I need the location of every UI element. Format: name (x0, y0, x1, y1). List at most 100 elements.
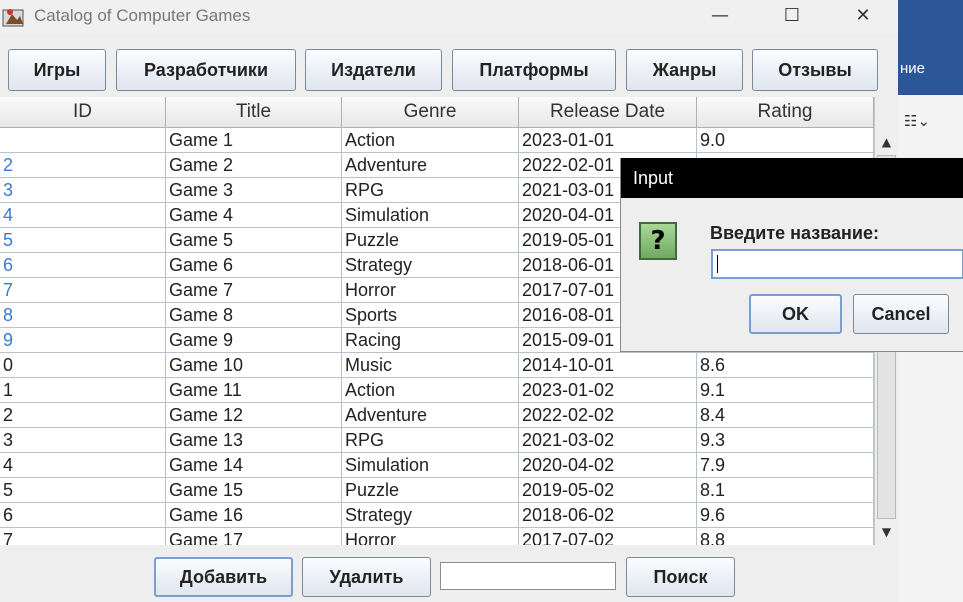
cell-id[interactable]: 2 (0, 153, 166, 178)
column-header-genre[interactable]: Genre (342, 97, 519, 128)
column-header-release-date[interactable]: Release Date (519, 97, 697, 128)
table-row[interactable]: Game 1 Action 2023-01-01 9.0 (0, 128, 874, 153)
cell-title[interactable]: Game 10 (166, 353, 342, 378)
list-format-icon[interactable]: ☷⌄ (904, 112, 930, 130)
table-row[interactable]: 4 Game 14 Simulation 2020-04-02 7.9 (0, 453, 874, 478)
cell-genre[interactable]: Strategy (342, 253, 519, 278)
cell-genre[interactable]: Puzzle (342, 228, 519, 253)
add-button[interactable]: Добавить (154, 557, 293, 597)
table-row[interactable]: 6 Game 16 Strategy 2018-06-02 9.6 (0, 503, 874, 528)
column-header-title[interactable]: Title (166, 97, 342, 128)
table-row[interactable]: 1 Game 11 Action 2023-01-02 9.1 (0, 378, 874, 403)
cell-release-date[interactable]: 2022-02-02 (519, 403, 697, 428)
cell-title[interactable]: Game 11 (166, 378, 342, 403)
cell-release-date[interactable]: 2021-03-02 (519, 428, 697, 453)
cell-genre[interactable]: Simulation (342, 203, 519, 228)
cell-title[interactable]: Game 16 (166, 503, 342, 528)
cell-release-date[interactable]: 2020-04-02 (519, 453, 697, 478)
cell-title[interactable]: Game 9 (166, 328, 342, 353)
cell-title[interactable]: Game 17 (166, 528, 342, 545)
cell-genre[interactable]: RPG (342, 178, 519, 203)
cell-release-date[interactable]: 2019-05-02 (519, 478, 697, 503)
cell-rating[interactable]: 8.1 (697, 478, 874, 503)
cell-genre[interactable]: Action (342, 378, 519, 403)
cell-rating[interactable]: 9.6 (697, 503, 874, 528)
table-row[interactable]: 3 Game 13 RPG 2021-03-02 9.3 (0, 428, 874, 453)
cell-release-date[interactable]: 2014-10-01 (519, 353, 697, 378)
cell-id[interactable]: 9 (0, 328, 166, 353)
cell-genre[interactable]: Sports (342, 303, 519, 328)
cell-id[interactable]: 5 (0, 228, 166, 253)
table-row[interactable]: 0 Game 10 Music 2014-10-01 8.6 (0, 353, 874, 378)
cell-release-date[interactable]: 2018-06-02 (519, 503, 697, 528)
cell-genre[interactable]: Horror (342, 278, 519, 303)
cell-id[interactable]: 6 (0, 503, 166, 528)
nav-genres-button[interactable]: Жанры (626, 49, 743, 91)
nav-platforms-button[interactable]: Платформы (452, 49, 616, 91)
scroll-down-icon[interactable]: ▼ (877, 523, 896, 542)
cell-id[interactable]: 3 (0, 428, 166, 453)
cell-rating[interactable]: 8.4 (697, 403, 874, 428)
cell-id[interactable]: 2 (0, 403, 166, 428)
cell-release-date[interactable]: 2023-01-01 (519, 128, 697, 153)
ok-button[interactable]: OK (749, 294, 842, 334)
search-button[interactable]: Поиск (626, 557, 735, 597)
cell-title[interactable]: Game 15 (166, 478, 342, 503)
cell-title[interactable]: Game 6 (166, 253, 342, 278)
cell-title[interactable]: Game 8 (166, 303, 342, 328)
nav-developers-button[interactable]: Разработчики (116, 49, 296, 91)
search-input[interactable] (440, 562, 616, 590)
cell-id[interactable]: 3 (0, 178, 166, 203)
nav-games-button[interactable]: Игры (8, 49, 106, 91)
cell-genre[interactable]: Simulation (342, 453, 519, 478)
cell-id[interactable]: 4 (0, 203, 166, 228)
cell-title[interactable]: Game 7 (166, 278, 342, 303)
cell-rating[interactable]: 8.8 (697, 528, 874, 545)
cell-id[interactable]: 4 (0, 453, 166, 478)
cell-release-date[interactable]: 2023-01-02 (519, 378, 697, 403)
cancel-button[interactable]: Cancel (853, 294, 949, 334)
cell-rating[interactable]: 7.9 (697, 453, 874, 478)
cell-id[interactable]: 7 (0, 278, 166, 303)
cell-genre[interactable]: RPG (342, 428, 519, 453)
nav-publishers-button[interactable]: Издатели (305, 49, 442, 91)
cell-title[interactable]: Game 12 (166, 403, 342, 428)
cell-title[interactable]: Game 2 (166, 153, 342, 178)
cell-id[interactable] (0, 128, 166, 153)
cell-id[interactable]: 8 (0, 303, 166, 328)
cell-id[interactable]: 5 (0, 478, 166, 503)
cell-rating[interactable]: 9.0 (697, 128, 874, 153)
cell-id[interactable]: 1 (0, 378, 166, 403)
cell-genre[interactable]: Action (342, 128, 519, 153)
table-row[interactable]: 2 Game 12 Adventure 2022-02-02 8.4 (0, 403, 874, 428)
cell-release-date[interactable]: 2017-07-02 (519, 528, 697, 545)
column-header-id[interactable]: ID (0, 97, 166, 128)
ribbon-tab-label[interactable]: ние (900, 60, 925, 77)
cell-genre[interactable]: Adventure (342, 403, 519, 428)
cell-genre[interactable]: Horror (342, 528, 519, 545)
close-button[interactable]: ✕ (843, 2, 883, 30)
cell-rating[interactable]: 8.6 (697, 353, 874, 378)
nav-reviews-button[interactable]: Отзывы (752, 49, 878, 91)
cell-genre[interactable]: Racing (342, 328, 519, 353)
cell-rating[interactable]: 9.1 (697, 378, 874, 403)
minimize-button[interactable]: — (700, 2, 740, 30)
table-row[interactable]: 5 Game 15 Puzzle 2019-05-02 8.1 (0, 478, 874, 503)
cell-title[interactable]: Game 1 (166, 128, 342, 153)
scroll-up-icon[interactable]: ▲ (877, 133, 896, 152)
cell-title[interactable]: Game 4 (166, 203, 342, 228)
cell-id[interactable]: 6 (0, 253, 166, 278)
cell-id[interactable]: 7 (0, 528, 166, 545)
delete-button[interactable]: Удалить (302, 557, 431, 597)
maximize-button[interactable]: ☐ (772, 2, 812, 30)
dialog-name-input[interactable] (711, 249, 963, 279)
cell-genre[interactable]: Puzzle (342, 478, 519, 503)
cell-genre[interactable]: Strategy (342, 503, 519, 528)
cell-title[interactable]: Game 13 (166, 428, 342, 453)
cell-id[interactable]: 0 (0, 353, 166, 378)
cell-title[interactable]: Game 5 (166, 228, 342, 253)
table-row[interactable]: 7 Game 17 Horror 2017-07-02 8.8 (0, 528, 874, 545)
cell-title[interactable]: Game 3 (166, 178, 342, 203)
cell-rating[interactable]: 9.3 (697, 428, 874, 453)
cell-genre[interactable]: Adventure (342, 153, 519, 178)
